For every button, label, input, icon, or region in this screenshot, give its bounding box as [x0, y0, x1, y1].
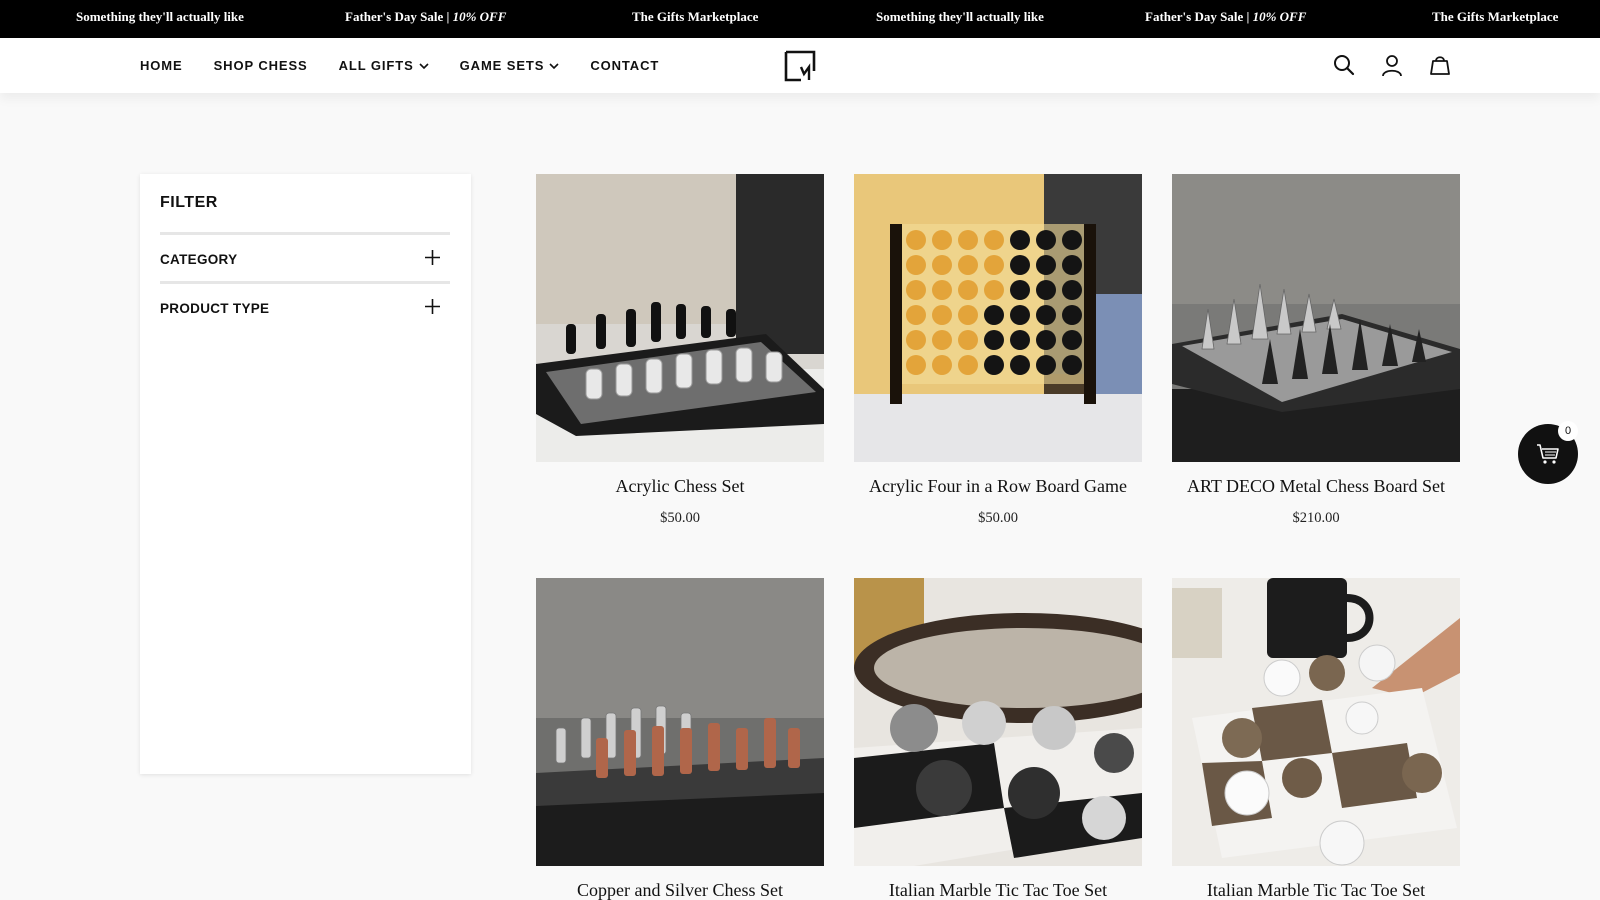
product-image[interactable]	[854, 578, 1142, 866]
cart-icon	[1537, 444, 1559, 464]
announcement-item: Something they'll actually like	[76, 9, 244, 24]
product-image[interactable]	[854, 174, 1142, 462]
product-card: Copper and Silver Chess Set	[536, 578, 824, 900]
product-image[interactable]	[536, 174, 824, 462]
plus-icon	[425, 299, 440, 314]
product-card: Acrylic Four in a Row Board Game $50.00	[854, 174, 1142, 526]
shopping-bag-icon[interactable]	[1428, 53, 1452, 77]
brand-logo-icon[interactable]	[784, 50, 816, 82]
site-header: HOME SHOP CHESS ALL GIFTS GAME SETS CONT…	[0, 38, 1600, 93]
user-icon[interactable]	[1380, 53, 1404, 77]
nav-all-gifts-label: ALL GIFTS	[338, 58, 414, 73]
product-image[interactable]	[1172, 578, 1460, 866]
nav-shop-chess-label: SHOP CHESS	[213, 58, 308, 73]
chevron-down-icon	[549, 62, 559, 69]
announcement-item: The Gifts Marketplace	[1432, 9, 1559, 24]
product-name[interactable]: Acrylic Four in a Row Board Game	[854, 476, 1142, 497]
announcement-item: Father's Day Sale | 10% OFF	[345, 9, 507, 24]
product-image[interactable]	[536, 578, 824, 866]
nav-home[interactable]: HOME	[140, 58, 183, 73]
product-name[interactable]: Italian Marble Tic Tac Toe Set	[1172, 880, 1460, 900]
announcement-item: Something they'll actually like	[876, 9, 1044, 24]
plus-icon	[425, 250, 440, 265]
filter-panel: FILTER CATEGORY PRODUCT TYPE	[140, 174, 471, 774]
filter-product-type-label: PRODUCT TYPE	[160, 301, 270, 316]
cart-count-badge: 0	[1558, 421, 1578, 441]
main-nav: HOME SHOP CHESS ALL GIFTS GAME SETS CONT…	[140, 38, 690, 93]
announcement-bar: Something they'll actually like Father's…	[0, 0, 1600, 38]
nav-game-sets[interactable]: GAME SETS	[460, 58, 560, 73]
product-image[interactable]	[1172, 174, 1460, 462]
product-card: Italian Marble Tic Tac Toe Set	[1172, 578, 1460, 900]
filter-category-label: CATEGORY	[160, 252, 238, 267]
product-name[interactable]: Acrylic Chess Set	[536, 476, 824, 497]
nav-game-sets-label: GAME SETS	[459, 58, 545, 73]
announcement-item: The Gifts Marketplace	[632, 9, 759, 24]
product-card: ART DECO Metal Chess Board Set $210.00	[1172, 174, 1460, 526]
product-name[interactable]: ART DECO Metal Chess Board Set	[1172, 476, 1460, 497]
product-price: $50.00	[978, 510, 1018, 526]
filter-category[interactable]: CATEGORY	[160, 232, 450, 280]
announcement-item: Father's Day Sale | 10% OFF	[1145, 9, 1307, 24]
nav-all-gifts[interactable]: ALL GIFTS	[339, 58, 429, 73]
nav-contact[interactable]: CONTACT	[590, 58, 659, 73]
search-icon[interactable]	[1332, 53, 1356, 77]
nav-contact-label: CONTACT	[590, 58, 660, 73]
chevron-down-icon	[419, 62, 429, 69]
filter-product-type[interactable]: PRODUCT TYPE	[160, 281, 450, 329]
product-price: $50.00	[660, 510, 700, 526]
product-name[interactable]: Copper and Silver Chess Set	[536, 880, 824, 900]
product-price: $210.00	[1292, 510, 1340, 526]
nav-home-label: HOME	[140, 58, 183, 73]
filter-title: FILTER	[160, 194, 218, 211]
product-card: Acrylic Chess Set $50.00	[536, 174, 824, 526]
product-card: Italian Marble Tic Tac Toe Set	[854, 578, 1142, 900]
nav-shop-chess[interactable]: SHOP CHESS	[214, 58, 308, 73]
product-name[interactable]: Italian Marble Tic Tac Toe Set	[854, 880, 1142, 900]
